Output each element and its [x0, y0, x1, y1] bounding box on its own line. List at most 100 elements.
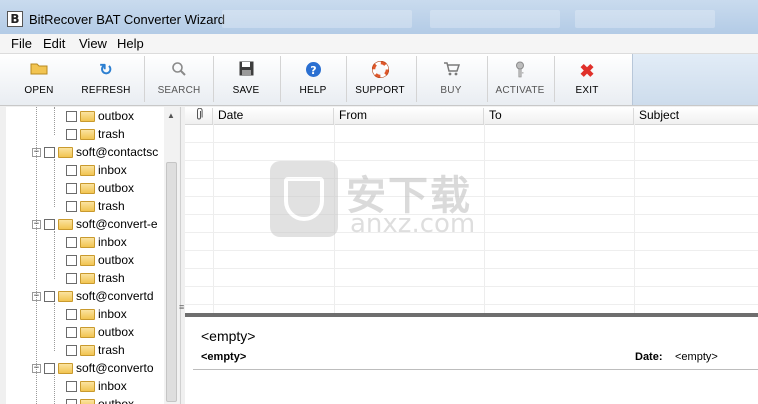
toolbar-separator [346, 56, 347, 102]
tree-checkbox[interactable] [66, 272, 77, 284]
tree-checkbox[interactable] [66, 308, 77, 320]
attachment-column-header[interactable] [185, 107, 213, 124]
tree-checkbox[interactable] [66, 182, 77, 194]
tree-item-inbox[interactable]: inbox [54, 305, 127, 323]
toolbar-separator [280, 56, 281, 102]
tree-checkbox[interactable] [66, 236, 77, 248]
grid-line [185, 304, 758, 305]
refresh-button[interactable]: ↻ REFRESH [74, 57, 138, 101]
collapse-icon[interactable]: − [32, 147, 41, 157]
tree-item-label: inbox [98, 307, 127, 321]
tree-checkbox[interactable] [44, 218, 55, 230]
buy-button[interactable]: BUY [420, 57, 482, 101]
tree-item-trash[interactable]: trash [54, 125, 125, 143]
tree-item-trash[interactable]: trash [54, 269, 125, 287]
folder-icon [80, 110, 95, 122]
column-header-subject[interactable]: Subject [634, 108, 758, 124]
collapse-icon[interactable]: − [32, 219, 41, 229]
open-button[interactable]: OPEN [8, 57, 70, 101]
tree-item-outbox[interactable]: outbox [54, 323, 134, 341]
scrollbar-thumb[interactable] [166, 162, 177, 402]
folder-icon [58, 362, 73, 374]
exit-button[interactable]: ✖ EXIT [556, 57, 618, 101]
tree-item-label: inbox [98, 235, 127, 249]
tree-item-inbox[interactable]: inbox [54, 161, 127, 179]
tree-checkbox[interactable] [66, 164, 77, 176]
column-header-to[interactable]: To [484, 108, 634, 124]
activate-button[interactable]: ACTIVATE [489, 57, 551, 101]
app-icon: B [7, 11, 23, 27]
help-button[interactable]: ? HELP [282, 57, 344, 101]
tree-checkbox[interactable] [44, 290, 55, 302]
splitter-grip-icon[interactable]: ≡ [179, 302, 184, 312]
tree-checkbox[interactable] [66, 128, 77, 140]
tree-checkbox[interactable] [66, 344, 77, 356]
paperclip-icon [196, 107, 203, 120]
tree-item-inbox[interactable]: inbox [54, 377, 127, 395]
support-button[interactable]: SUPPORT [348, 57, 412, 101]
tree-item-outbox[interactable]: outbox [54, 251, 134, 269]
tree-item-trash[interactable]: trash [54, 197, 125, 215]
tree-checkbox[interactable] [66, 326, 77, 338]
folder-tree: outbox trash − soft@contactsc inbox outbo… [6, 107, 165, 404]
collapse-icon[interactable]: − [32, 363, 41, 373]
column-header-date[interactable]: Date [213, 108, 334, 124]
menu-help[interactable]: Help [117, 36, 144, 51]
tree-checkbox[interactable] [66, 254, 77, 266]
grid-line [213, 124, 214, 313]
tree-checkbox[interactable] [44, 362, 55, 374]
watermark-domain-text: anxz.com [350, 209, 476, 239]
save-button[interactable]: SAVE [215, 57, 277, 101]
open-folder-icon [8, 61, 70, 81]
folder-icon [80, 236, 95, 248]
lifebuoy-icon [348, 60, 412, 81]
refresh-icon: ↻ [99, 62, 113, 79]
tree-scrollbar[interactable]: ▲ [164, 107, 179, 404]
folder-icon [80, 164, 95, 176]
tree-item-label: outbox [98, 325, 135, 339]
menu-edit[interactable]: Edit [43, 36, 65, 51]
toolbar: OPEN ↻ REFRESH SEARCH SAVE ? HELP SUPPOR… [0, 54, 758, 106]
scroll-up-arrow-icon[interactable]: ▲ [167, 111, 175, 120]
tree-account-contactsc[interactable]: − soft@contactsc [32, 143, 158, 161]
support-label: SUPPORT [355, 85, 405, 96]
tree-item-outbox[interactable]: outbox [54, 179, 134, 197]
tree-item-label: trash [98, 127, 125, 141]
tree-item-inbox[interactable]: inbox [54, 233, 127, 251]
watermark-shield-icon [270, 161, 338, 237]
tree-item-label: inbox [98, 163, 127, 177]
buy-label: BUY [440, 85, 462, 96]
tree-item-label: outbox [98, 253, 135, 267]
toolbar-right-panel [632, 54, 758, 105]
tree-item-label: outbox [98, 109, 135, 123]
tree-item-outbox[interactable]: outbox [54, 107, 134, 125]
folder-icon [80, 128, 95, 140]
tree-item-label: trash [98, 271, 125, 285]
message-list-header: Date From To Subject [185, 107, 758, 125]
folder-icon [80, 272, 95, 284]
tree-item-trash[interactable]: trash [54, 341, 125, 359]
tree-checkbox[interactable] [66, 110, 77, 122]
toolbar-separator [213, 56, 214, 102]
collapse-icon[interactable]: − [32, 291, 41, 301]
tree-checkbox[interactable] [66, 380, 77, 392]
search-icon [148, 61, 210, 81]
menu-bar: File Edit View Help [0, 34, 758, 54]
refresh-label: REFRESH [81, 85, 131, 96]
tree-checkbox[interactable] [66, 398, 77, 404]
title-bar-blur [575, 10, 715, 28]
tree-account-converto[interactable]: − soft@converto [32, 359, 154, 377]
folder-icon [80, 326, 95, 338]
tree-account-convertd[interactable]: − soft@convertd [32, 287, 154, 305]
search-button[interactable]: SEARCH [148, 57, 210, 101]
tree-checkbox[interactable] [66, 200, 77, 212]
menu-file[interactable]: File [11, 36, 32, 51]
tree-account-convert-e[interactable]: − soft@convert-e [32, 215, 158, 233]
column-header-from[interactable]: From [334, 108, 484, 124]
menu-view[interactable]: View [79, 36, 107, 51]
tree-checkbox[interactable] [44, 146, 55, 158]
title-bar-blur [430, 10, 560, 28]
close-x-icon: ✖ [579, 61, 595, 81]
preview-date-value: <empty> [675, 351, 718, 363]
tree-item-outbox[interactable]: outbox [54, 395, 134, 404]
